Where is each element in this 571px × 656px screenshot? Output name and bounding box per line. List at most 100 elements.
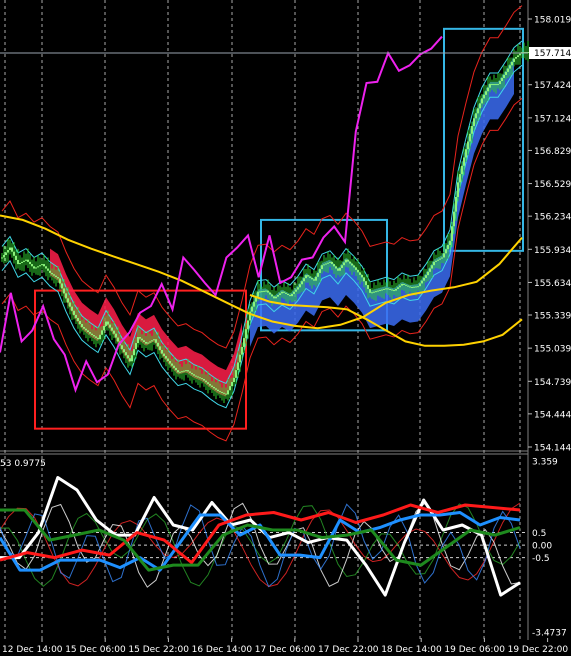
candle-body	[459, 174, 461, 183]
time-tick-label: 19 Dec 06:00	[444, 645, 505, 655]
candle-body	[467, 141, 469, 150]
candle-body	[417, 286, 419, 288]
candle-body	[207, 382, 209, 384]
candle-body	[305, 275, 307, 279]
candle-body	[493, 84, 495, 86]
time-tick-label: 17 Dec 22:00	[318, 645, 379, 655]
candle-body	[371, 292, 373, 294]
candle-body	[323, 264, 325, 266]
bullish-cloud	[250, 56, 514, 347]
candle-body	[285, 292, 287, 294]
candle-body	[387, 288, 389, 290]
candle-body	[213, 386, 215, 389]
price-tick-label: 156.234	[534, 213, 571, 223]
candle-body	[363, 277, 365, 282]
candle-body	[157, 342, 159, 347]
price-axis-ticks: 158.019 157.424 157.124 156.829 156.529 156.2…	[528, 16, 571, 454]
candle-body	[103, 325, 105, 331]
candle-body	[419, 283, 421, 287]
candle-body	[407, 285, 409, 287]
candle-body	[43, 264, 45, 267]
candle-body	[499, 81, 501, 85]
candle-body	[171, 363, 173, 366]
candle-body	[289, 295, 291, 297]
candle-body	[175, 367, 177, 371]
candle-body	[193, 374, 195, 376]
candle-body	[479, 103, 481, 109]
candle-body	[377, 290, 379, 292]
candle-body	[129, 358, 131, 362]
candle-body	[105, 321, 107, 326]
candle-body	[203, 378, 205, 381]
candle-body	[361, 274, 363, 278]
candle-body	[111, 327, 113, 331]
candle-body	[177, 370, 179, 373]
candle-body	[481, 98, 483, 104]
oscillator-label: 53 0.9775	[0, 459, 46, 469]
price-tick-label: 158.019	[534, 16, 571, 26]
candle-body	[365, 281, 367, 286]
candle-body	[127, 355, 129, 359]
candle-body	[515, 56, 517, 59]
candle-body	[121, 345, 123, 350]
candle-body	[507, 68, 509, 72]
chart-area: 158.019 157.424 157.124 156.829 156.529 156.2…	[0, 0, 571, 655]
candle-body	[381, 289, 383, 291]
candle-body	[37, 266, 39, 268]
candle-body	[117, 337, 119, 342]
candle-body	[263, 290, 265, 292]
candle-body	[299, 284, 301, 288]
candle-body	[375, 291, 377, 293]
candle-body	[341, 265, 343, 268]
candle-body	[269, 292, 271, 295]
candle-body	[497, 84, 499, 86]
candle-body	[115, 333, 117, 338]
price-tick-label: 155.339	[534, 312, 571, 322]
candle-body	[309, 276, 311, 278]
candle-body	[355, 267, 357, 270]
candle-body	[287, 293, 289, 296]
candle-body	[453, 211, 455, 227]
candle-body	[235, 370, 237, 378]
candle-body	[71, 306, 73, 311]
candle-body	[435, 260, 437, 262]
candle-body	[509, 65, 511, 69]
candle-body	[291, 293, 293, 297]
price-tick-label: 155.039	[534, 345, 571, 355]
candle-body	[231, 381, 233, 387]
candle-body	[181, 371, 183, 373]
candle-body	[343, 262, 345, 266]
oscillator-panel: 53 0.9775 3.359 0.5 0.00 -0.5 -3.4737	[0, 458, 567, 639]
candle-body	[443, 253, 445, 258]
candle-body	[505, 71, 507, 75]
price-tick-label: 157.124	[534, 114, 571, 124]
candle-body	[253, 301, 255, 307]
candle-body	[3, 254, 5, 258]
candle-body	[191, 372, 193, 375]
candle-body	[179, 371, 181, 373]
candle-body	[199, 377, 201, 379]
candle-body	[125, 352, 127, 356]
candle-body	[295, 289, 297, 292]
candle-body	[349, 261, 351, 264]
price-tick-label: 156.829	[534, 147, 571, 157]
indicator-line	[0, 35, 443, 394]
candle-body	[21, 261, 23, 263]
candle-body	[337, 268, 339, 271]
candle-body	[353, 265, 355, 268]
time-tick-label: 17 Dec 06:00	[255, 645, 316, 655]
candle-body	[277, 295, 279, 297]
candle-body	[209, 383, 211, 386]
candle-body	[257, 291, 259, 297]
candle-body	[131, 355, 133, 362]
candle-body	[259, 291, 261, 293]
candle-body	[339, 267, 341, 271]
candle-body	[53, 274, 55, 276]
candle-body	[307, 275, 309, 277]
candle-body	[265, 290, 267, 292]
candle-body	[183, 370, 185, 372]
candle-body	[101, 330, 103, 335]
candle-body	[19, 262, 21, 265]
oscillator-tick-label: -0.5	[532, 554, 550, 564]
candle-body	[327, 262, 329, 264]
